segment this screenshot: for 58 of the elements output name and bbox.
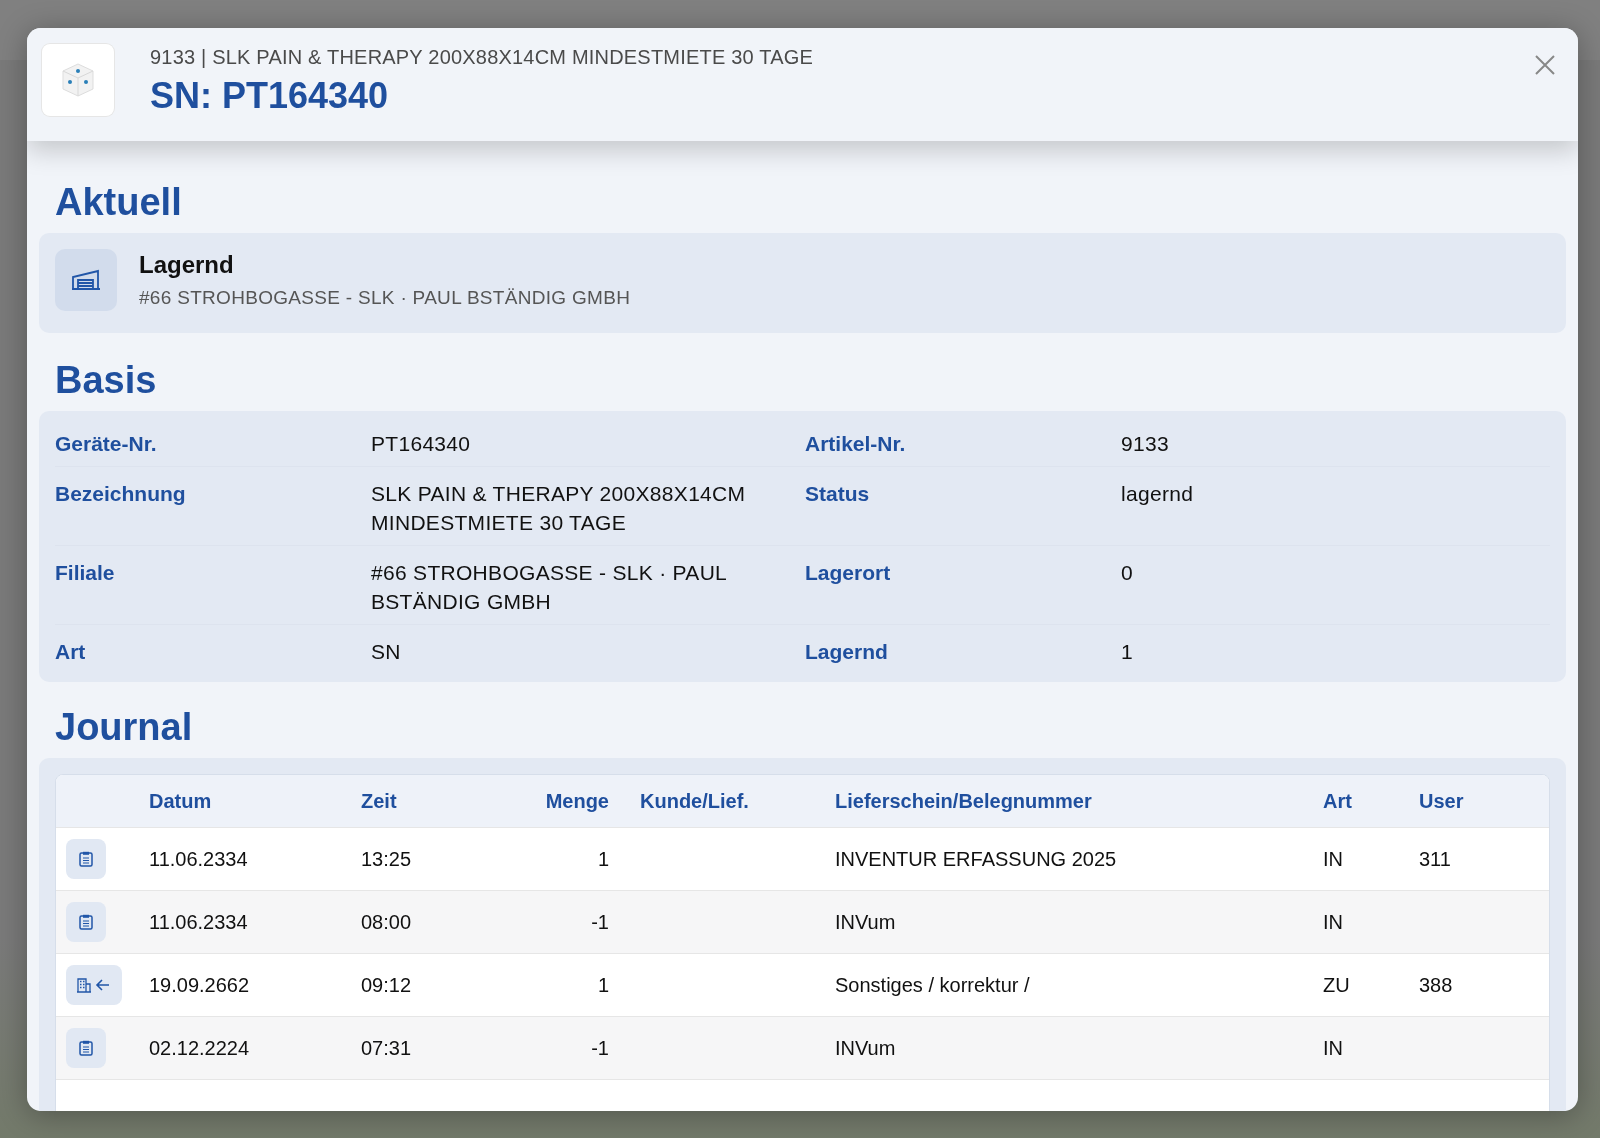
table-cell-text: 11.06.2334	[149, 910, 249, 934]
table-cell-text: 07:31	[361, 1036, 413, 1060]
table-cell-text: 1	[596, 847, 609, 871]
column-header: Lieferschein/Belegnummer	[835, 789, 1093, 813]
table-cell-text: 388	[1419, 973, 1454, 997]
field-value: SN	[371, 639, 402, 665]
clipboard-icon	[79, 1040, 93, 1056]
field-label: Status	[805, 467, 1121, 546]
field-value: PT164340	[371, 417, 805, 467]
field-label: Geräte-Nr.	[55, 417, 371, 467]
column-header: Menge	[544, 789, 609, 813]
table-cell-text: -1	[590, 1036, 609, 1060]
field-value: 0	[1121, 546, 1550, 625]
status-text: Lagernd	[139, 251, 235, 279]
clipboard-icon	[79, 851, 93, 867]
field-label: Lagerort	[805, 546, 1121, 625]
table-cell-text: INVENTUR ERFASSUNG 2025	[835, 847, 1118, 871]
column-header: Datum	[149, 789, 213, 813]
table-cell-text: 09:12	[361, 973, 413, 997]
location-text: #66 STROHBOGASSE - SLK · PAUL BSTÄNDIG GMBH	[139, 287, 631, 309]
table-cell-text: IN	[1323, 847, 1344, 871]
column-header: Zeit	[361, 789, 398, 813]
field-value: lagernd	[1121, 467, 1550, 546]
product-description: 9133 | SLK PAIN & THERAPY 200X88X14CM MINDESTMIETE 30 TAGE	[150, 46, 814, 69]
table-cell-text: 02.12.2224	[149, 1036, 251, 1060]
field-value: SLK PAIN & THERAPY 200X88X14CM MINDESTMIETE 30 TAGE	[371, 467, 805, 546]
table-cell-text: 19.09.2662	[149, 973, 251, 997]
section-heading: Basis	[54, 358, 158, 403]
table-cell-text: IN	[1323, 910, 1344, 934]
table-cell-text: 311	[1419, 847, 1452, 871]
table-cell-text: 13:25	[361, 847, 413, 871]
field-label: Filiale	[55, 546, 371, 625]
building-arrow-icon	[77, 977, 111, 993]
warehouse-icon	[71, 269, 101, 291]
field-value: #66 STROHBOGASSE - SLK · PAUL BSTÄNDIG GMBH	[371, 546, 805, 625]
table-cell-text: ZU	[1323, 973, 1351, 997]
column-header: User	[1419, 789, 1465, 813]
table-cell-text: INVum	[835, 910, 897, 934]
table-cell-text: Sonstiges / korrektur /	[835, 973, 1031, 997]
serial-number-title: SN: PT164340	[150, 75, 390, 117]
close-button[interactable]	[1534, 54, 1556, 76]
field-label: Art	[55, 639, 87, 665]
table-cell-text: IN	[1323, 1036, 1344, 1060]
table-cell-text: 08:00	[361, 910, 413, 934]
section-heading: Journal	[54, 705, 194, 750]
column-header: Art	[1323, 789, 1353, 813]
table-cell-text: -1	[590, 910, 609, 934]
field-label: Bezeichnung	[55, 467, 371, 546]
table-cell-text: 11.06.2334	[149, 847, 249, 871]
field-value: 1	[1121, 639, 1134, 665]
clipboard-icon	[79, 914, 93, 930]
field-label: Lagernd	[805, 639, 889, 665]
column-header: Kunde/Lief.	[639, 789, 750, 813]
table-cell-text: INVum	[835, 1036, 897, 1060]
table-cell-text: 1	[596, 973, 609, 997]
field-value: 9133	[1121, 417, 1550, 467]
field-label: Artikel-Nr.	[805, 417, 1121, 467]
section-heading: Aktuell	[54, 180, 183, 225]
